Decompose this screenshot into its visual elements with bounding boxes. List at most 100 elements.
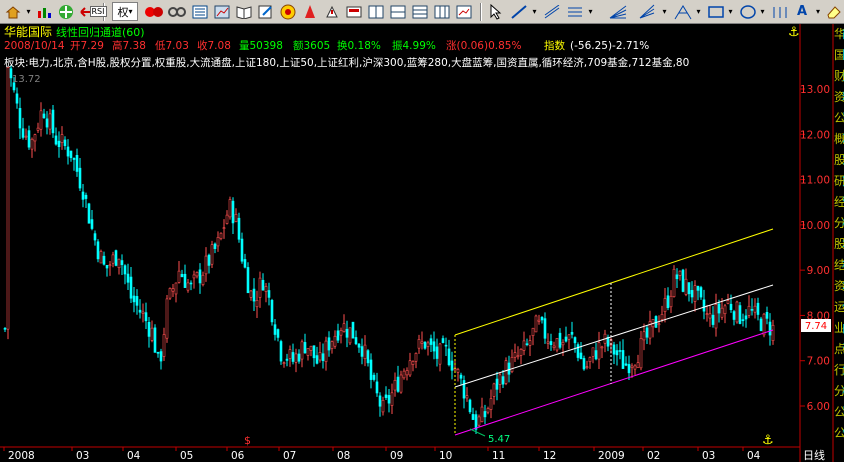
candle-body bbox=[708, 313, 712, 319]
chevron-down-icon[interactable]: ▾ bbox=[814, 2, 822, 21]
eraser-icon[interactable] bbox=[824, 2, 844, 21]
candle-body bbox=[354, 337, 358, 345]
candle-body bbox=[516, 355, 520, 358]
candle-body bbox=[639, 338, 643, 369]
side-info-panel[interactable]: 华能国际财务资料公司概况股东研究经营分析股本结构资本运作业内点评行业分析公司公告 bbox=[834, 27, 844, 440]
candle-body bbox=[681, 269, 685, 292]
ruler-icon[interactable] bbox=[454, 2, 474, 21]
period-label[interactable]: 日线 bbox=[803, 448, 825, 462]
flag-icon[interactable] bbox=[344, 2, 364, 21]
candle-body bbox=[201, 274, 205, 285]
split-vertical-icon[interactable] bbox=[366, 2, 386, 21]
candle-body bbox=[612, 344, 616, 355]
trend-line-icon[interactable] bbox=[508, 2, 530, 21]
low-marker: 5.47 bbox=[488, 434, 510, 445]
candle-body bbox=[597, 342, 601, 360]
candle-body bbox=[6, 67, 10, 330]
pitchfork-icon[interactable] bbox=[672, 2, 694, 21]
low-marker-line bbox=[469, 428, 486, 437]
candle-body bbox=[702, 299, 706, 312]
current-price: 7.74 bbox=[805, 321, 827, 332]
anchor-icon[interactable]: ⚓ bbox=[762, 433, 774, 448]
candlestick-chart[interactable]: 华能国际 线性回归通道(60) 2008/10/14 开7.29 高7.38 低… bbox=[0, 24, 844, 462]
chevron-down-icon[interactable]: ▾ bbox=[24, 2, 33, 21]
window-grid-icon[interactable] bbox=[410, 2, 430, 21]
candle-body bbox=[366, 350, 370, 364]
split-horizontal-icon[interactable] bbox=[388, 2, 408, 21]
candle-body bbox=[534, 315, 538, 333]
candle-body bbox=[228, 199, 232, 218]
candle-body bbox=[468, 399, 472, 413]
date-label: 06 bbox=[231, 450, 245, 462]
rsi-label-box[interactable]: RSI bbox=[86, 2, 110, 21]
ray-line-icon[interactable] bbox=[542, 2, 562, 21]
candle-body bbox=[150, 327, 154, 341]
chevron-down-icon[interactable]: ▾ bbox=[530, 2, 539, 21]
candle-body bbox=[564, 336, 568, 342]
candle-body bbox=[27, 130, 31, 148]
channel-icon[interactable] bbox=[564, 2, 586, 21]
chevron-down-icon[interactable]: ▾ bbox=[586, 2, 595, 21]
candle-body bbox=[219, 232, 223, 239]
candle-body bbox=[561, 342, 565, 346]
text-icon[interactable]: A bbox=[792, 2, 812, 21]
move-icon[interactable] bbox=[56, 2, 76, 21]
flame-icon[interactable] bbox=[300, 2, 320, 21]
candle-body bbox=[171, 288, 175, 292]
candle-body bbox=[420, 341, 424, 344]
chevron-down-icon[interactable]: ▾ bbox=[694, 2, 703, 21]
zoom-fit-icon[interactable] bbox=[278, 2, 298, 21]
candle-body bbox=[96, 241, 100, 260]
candle-body bbox=[732, 311, 736, 320]
candle-body bbox=[24, 135, 28, 138]
candle-body bbox=[579, 352, 583, 360]
candle-body bbox=[234, 214, 238, 222]
quote-open: 开7.29 bbox=[70, 40, 104, 52]
candle-body bbox=[543, 318, 547, 339]
candle-body bbox=[423, 341, 427, 349]
candle-body bbox=[360, 346, 364, 357]
home-icon[interactable] bbox=[3, 2, 23, 21]
candle-body bbox=[195, 272, 199, 277]
stock-list-icon[interactable] bbox=[190, 2, 210, 21]
candle-body bbox=[3, 328, 7, 330]
cursor-icon[interactable] bbox=[486, 2, 506, 21]
chevron-down-icon[interactable]: ▾ bbox=[726, 2, 735, 21]
edit-icon[interactable] bbox=[256, 2, 276, 21]
anchor-icon[interactable]: ⚓ bbox=[788, 25, 800, 40]
candle-body bbox=[363, 344, 367, 359]
chevron-down-icon[interactable]: ▾ bbox=[758, 2, 767, 21]
ellipse-icon[interactable] bbox=[738, 2, 758, 21]
candle-body bbox=[84, 194, 88, 199]
candle-body bbox=[615, 350, 619, 356]
candle-body bbox=[264, 286, 268, 292]
candle-body bbox=[762, 313, 766, 336]
indicator-name: 线性回归通道(60) bbox=[56, 25, 145, 39]
window-tile-icon[interactable] bbox=[432, 2, 452, 21]
fib-fan-icon[interactable] bbox=[636, 2, 658, 21]
candle-body bbox=[444, 344, 448, 347]
regression-channel bbox=[454, 228, 774, 436]
rectangle-icon[interactable] bbox=[706, 2, 726, 21]
candle-body bbox=[306, 348, 310, 356]
price-axis: 13.0012.0011.0010.009.008.007.006.00 bbox=[800, 84, 830, 413]
red-circles-icon[interactable] bbox=[142, 2, 166, 21]
rights-dropdown[interactable]: 权 ▾ bbox=[112, 2, 138, 21]
candle-body bbox=[168, 288, 172, 299]
book-icon[interactable] bbox=[234, 2, 254, 21]
candle-body bbox=[687, 282, 691, 295]
candle-body bbox=[276, 329, 280, 338]
toolbar: ▾ RSI 权 ▾ ▾ ▾ ▾ ▾ ▾ ▾ A ▾ bbox=[0, 0, 844, 24]
fan-lines-icon[interactable] bbox=[606, 2, 630, 21]
candle-body bbox=[435, 346, 439, 359]
candle-body bbox=[735, 301, 739, 323]
candle-body bbox=[36, 127, 40, 131]
chevron-down-icon[interactable]: ▾ bbox=[660, 2, 669, 21]
candle-body bbox=[396, 376, 400, 392]
bar-chart-icon[interactable] bbox=[34, 2, 54, 21]
chart-type-icon[interactable] bbox=[212, 2, 232, 21]
link-circles-icon[interactable] bbox=[166, 2, 188, 21]
cycle-lines-icon[interactable] bbox=[770, 2, 790, 21]
candle-body bbox=[231, 200, 235, 224]
alarm-icon[interactable] bbox=[322, 2, 342, 21]
